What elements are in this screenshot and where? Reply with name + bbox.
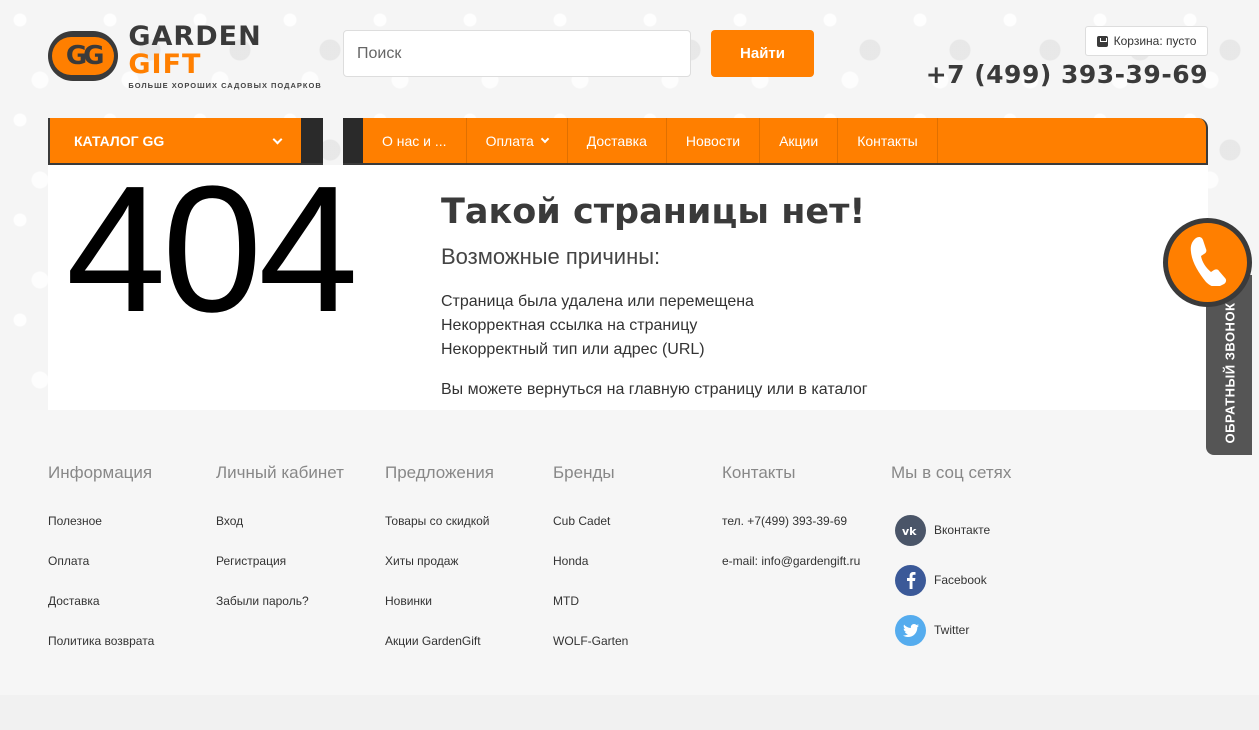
footer-link[interactable]: Cub Cadet [553, 514, 628, 554]
footer-column-title: Контакты [722, 463, 796, 482]
list-item: Некорректная ссылка на страницу [441, 317, 698, 334]
social-links: vk Вконтакте Facebook Twitter [891, 505, 1011, 655]
logo-mark: GG [48, 31, 119, 81]
error-subtitle: Возможные причины: [441, 244, 661, 269]
svg-text:vk: vk [902, 525, 917, 536]
footer-link[interactable]: Акции GardenGift [385, 634, 494, 674]
footer-column-social: Мы в соц сетях vk Вконтакте Facebook Twi… [891, 463, 1011, 655]
footer-column-title: Бренды [553, 463, 615, 482]
footer-phone[interactable]: тел. +7(499) 393-39-69 [722, 514, 860, 554]
cart-button[interactable]: Корзина: пусто [1085, 26, 1208, 56]
footer-column-contacts: Контакты тел. +7(499) 393-39-69 e-mail: … [722, 463, 860, 594]
logo-mark-letters: GG [52, 37, 115, 75]
footer-link[interactable]: Доставка [48, 594, 154, 634]
search-input[interactable] [343, 30, 691, 77]
social-link-facebook[interactable]: Facebook [895, 555, 1011, 605]
footer-links: Cub Cadet Honda MTD WOLF-Garten [553, 514, 628, 674]
search-button[interactable]: Найти [711, 30, 814, 77]
menu-item-about[interactable]: О нас и ... [363, 118, 467, 163]
menu-item-delivery[interactable]: Доставка [568, 118, 667, 163]
footer-column-title: Информация [48, 463, 153, 482]
footer-links: Полезное Оплата Доставка Политика возвра… [48, 514, 154, 674]
footer-link[interactable]: Забыли пароль? [216, 594, 344, 634]
footer-links: Вход Регистрация Забыли пароль? [216, 514, 344, 634]
social-link-twitter[interactable]: Twitter [895, 605, 1011, 655]
social-label: Twitter [934, 623, 970, 637]
footer-link[interactable]: Политика возврата [48, 634, 154, 674]
menu-item-label: Оплата [485, 132, 534, 149]
twitter-icon [895, 614, 926, 646]
catalog-label: КАТАЛОГ GG [74, 132, 165, 149]
footer-link[interactable]: Honda [553, 554, 628, 594]
footer-column-title: Личный кабинет [216, 463, 344, 482]
menu-item-contacts[interactable]: Контакты [838, 118, 938, 163]
error-reasons-list: Страница была удалена или перемещена Нек… [441, 293, 754, 365]
list-item: Страница была удалена или перемещена [441, 293, 754, 310]
chevron-down-icon [540, 134, 549, 143]
footer-column-account: Личный кабинет Вход Регистрация Забыли п… [216, 463, 344, 634]
footer-link[interactable]: Товары со скидкой [385, 514, 494, 554]
footer-email[interactable]: e-mail: info@gardengift.ru [722, 554, 860, 594]
menu-item-label: Контакты [857, 132, 918, 149]
social-link-vk[interactable]: vk Вконтакте [895, 505, 1011, 555]
cart-label: Корзина: пусто [1113, 34, 1197, 48]
menu-item-promotions[interactable]: Акции [760, 118, 839, 163]
footer-link[interactable]: Вход [216, 514, 344, 554]
menu-item-news[interactable]: Новости [667, 118, 761, 163]
menu-item-payment[interactable]: Оплата [467, 118, 568, 163]
back-to-home-text: Вы можете вернуться на главную страницу … [441, 381, 868, 398]
footer [0, 410, 1259, 695]
logo-tagline: БОЛЬШЕ ХОРОШИХ САДОВЫХ ПОДАРКОВ [128, 80, 322, 90]
footer-links: Товары со скидкой Хиты продаж Новинки Ак… [385, 514, 494, 674]
error-title: Такой страницы нет! [441, 192, 866, 232]
menu-item-label: Доставка [586, 132, 647, 149]
footer-column-title: Мы в соц сетях [891, 463, 1012, 482]
footer-link[interactable]: WOLF-Garten [553, 634, 628, 674]
logo-name-part2: GIFT [128, 48, 202, 80]
menu-item-label: Акции [779, 132, 819, 149]
error-code: 404 [66, 149, 358, 350]
logo-text: GARDEN GIFT БОЛЬШЕ ХОРОШИХ САДОВЫХ ПОДАР… [128, 20, 324, 90]
site-logo[interactable]: GG GARDEN GIFT БОЛЬШЕ ХОРОШИХ САДОВЫХ ПО… [48, 22, 324, 90]
logo-name: GARDEN GIFT [128, 20, 324, 80]
social-label: Facebook [934, 573, 987, 587]
footer-link[interactable]: Оплата [48, 554, 154, 594]
footer-link[interactable]: Полезное [48, 514, 154, 554]
bottom-strip [0, 695, 1259, 730]
facebook-icon [895, 564, 926, 596]
chevron-down-icon [272, 134, 283, 145]
footer-column-info: Информация Полезное Оплата Доставка Поли… [48, 463, 154, 674]
social-label: Вконтакте [934, 523, 991, 537]
page: GG GARDEN GIFT БОЛЬШЕ ХОРОШИХ САДОВЫХ ПО… [0, 0, 1259, 730]
footer-link[interactable]: Новинки [385, 594, 494, 634]
list-item: Некорректный тип или адрес (URL) [441, 341, 705, 358]
footer-link[interactable]: Хиты продаж [385, 554, 494, 594]
callback-button[interactable] [1163, 218, 1252, 307]
header-phone[interactable]: +7 (499) 393-39-69 [926, 60, 1208, 89]
footer-link[interactable]: Регистрация [216, 554, 344, 594]
footer-column-brands: Бренды Cub Cadet Honda MTD WOLF-Garten [553, 463, 628, 674]
footer-link[interactable]: MTD [553, 594, 628, 634]
callback-label: ОБРАТНЫЙ ЗВОНОК [1222, 302, 1238, 444]
footer-column-title: Предложения [385, 463, 494, 482]
menu-item-label: Новости [685, 132, 741, 149]
menu-item-label: О нас и ... [382, 132, 447, 149]
logo-name-part1: GARDEN [128, 20, 262, 52]
cart-icon [1096, 35, 1108, 47]
footer-column-offers: Предложения Товары со скидкой Хиты прода… [385, 463, 494, 674]
phone-handset-icon [1186, 234, 1230, 291]
main-menu: О нас и ... Оплата Доставка Новости Акци… [343, 118, 1208, 165]
vk-icon: vk [895, 514, 926, 546]
footer-links: тел. +7(499) 393-39-69 e-mail: info@gard… [722, 514, 860, 594]
